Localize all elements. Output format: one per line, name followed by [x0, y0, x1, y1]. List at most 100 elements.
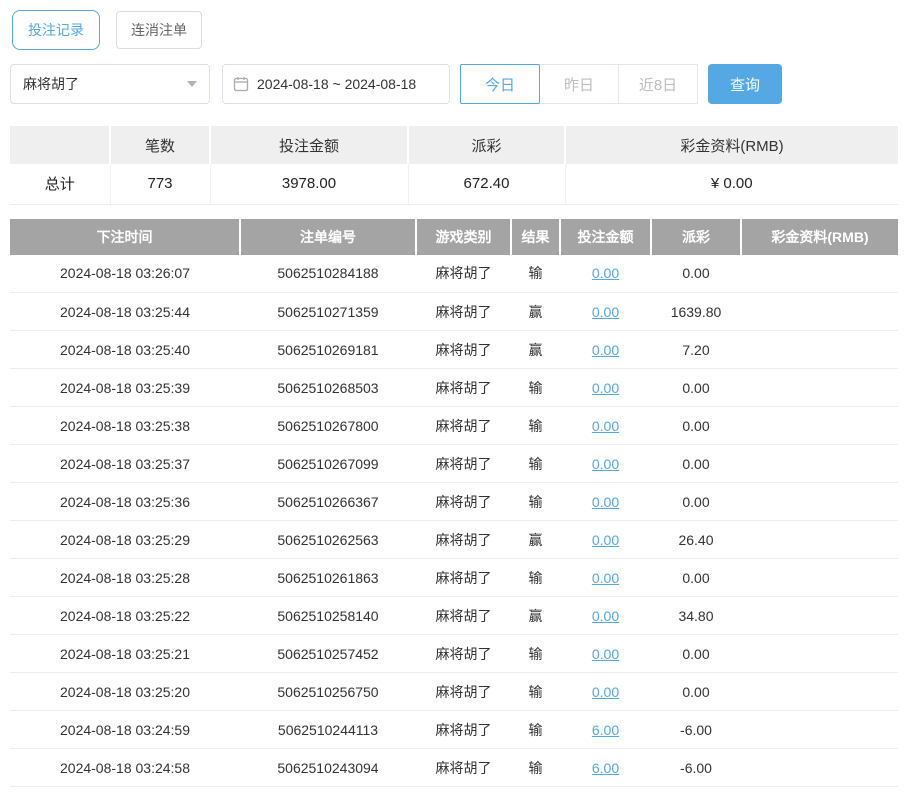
- game-select-value: 麻将胡了: [23, 76, 79, 92]
- chevron-down-icon: [187, 81, 197, 87]
- table-row: 2024-08-18 03:25:36 5062510266367 麻将胡了 输…: [10, 482, 898, 521]
- cell-result: 输: [511, 710, 560, 749]
- bet-amount-link[interactable]: 0.00: [592, 646, 619, 662]
- cell-bet-amount: 0.00: [560, 520, 651, 559]
- cell-payout: 0.00: [651, 368, 741, 407]
- cell-game-type: 麻将胡了: [416, 748, 511, 787]
- cell-bet-amount: 0.00: [560, 292, 651, 331]
- summary-header-payout: 派彩: [408, 126, 566, 164]
- bet-amount-link[interactable]: 0.00: [592, 570, 619, 586]
- cell-bet-amount: 0.00: [560, 672, 651, 711]
- cell-order-id: 5062510243094: [240, 748, 416, 787]
- bet-amount-link[interactable]: 0.00: [592, 456, 619, 472]
- table-row: 2024-08-18 03:25:28 5062510261863 麻将胡了 输…: [10, 558, 898, 597]
- cell-bet-time: 2024-08-18 03:25:22: [10, 596, 240, 635]
- bet-amount-link[interactable]: 6.00: [592, 760, 619, 776]
- summary-total-bet-amount: 3978.00: [210, 164, 409, 205]
- bet-amount-link[interactable]: 0.00: [592, 380, 619, 396]
- cell-payout: -6.00: [651, 748, 741, 787]
- table-row: 2024-08-18 03:25:29 5062510262563 麻将胡了 赢…: [10, 520, 898, 559]
- cell-order-id: 5062510256750: [240, 672, 416, 711]
- bet-amount-link[interactable]: 0.00: [592, 608, 619, 624]
- bet-amount-link[interactable]: 0.00: [592, 418, 619, 434]
- bet-amount-link[interactable]: 6.00: [592, 722, 619, 738]
- table-row: 2024-08-18 03:25:39 5062510268503 麻将胡了 输…: [10, 368, 898, 407]
- cell-game-type: 麻将胡了: [416, 292, 511, 331]
- header-result: 结果: [511, 218, 561, 255]
- cell-bet-time: 2024-08-18 03:25:21: [10, 634, 240, 673]
- summary-total-payout: 672.40: [408, 164, 566, 205]
- cell-bonus: [741, 558, 898, 597]
- quick-today-button[interactable]: 今日: [460, 64, 540, 104]
- cell-bet-time: 2024-08-18 03:24:59: [10, 710, 240, 749]
- cell-game-type: 麻将胡了: [416, 406, 511, 445]
- tab-betting-records[interactable]: 投注记录: [12, 10, 100, 50]
- cell-payout: 0.00: [651, 254, 741, 293]
- table-row: 2024-08-18 03:25:37 5062510267099 麻将胡了 输…: [10, 444, 898, 483]
- table-row: 2024-08-18 03:25:22 5062510258140 麻将胡了 赢…: [10, 596, 898, 635]
- bet-amount-link[interactable]: 0.00: [592, 494, 619, 510]
- cell-order-id: 5062510269181: [240, 330, 416, 369]
- table-row: 2024-08-18 03:24:58 5062510243094 麻将胡了 输…: [10, 748, 898, 787]
- records-header-row: 下注时间 注单编号 游戏类别 结果 投注金额 派彩 彩金资料(RMB): [10, 218, 898, 255]
- summary-header-bet-amount: 投注金额: [210, 126, 409, 164]
- table-row: 2024-08-18 03:25:38 5062510267800 麻将胡了 输…: [10, 406, 898, 445]
- cell-bet-amount: 0.00: [560, 482, 651, 521]
- cell-bonus: [741, 596, 898, 635]
- cell-bet-amount: 0.00: [560, 330, 651, 369]
- cell-bet-time: 2024-08-18 03:25:38: [10, 406, 240, 445]
- quick-yesterday-button[interactable]: 昨日: [539, 64, 619, 104]
- cell-result: 赢: [511, 330, 560, 369]
- cell-bet-time: 2024-08-18 03:26:07: [10, 254, 240, 293]
- bet-amount-link[interactable]: 0.00: [592, 532, 619, 548]
- game-select[interactable]: 麻将胡了: [10, 64, 210, 104]
- cell-game-type: 麻将胡了: [416, 368, 511, 407]
- summary-total-bonus: ¥ 0.00: [565, 164, 898, 205]
- tab-cancelled-orders[interactable]: 连消注单: [116, 11, 202, 49]
- cell-result: 赢: [511, 292, 560, 331]
- bet-amount-link[interactable]: 0.00: [592, 684, 619, 700]
- cell-bet-amount: 0.00: [560, 444, 651, 483]
- cell-order-id: 5062510267800: [240, 406, 416, 445]
- cell-bonus: [741, 710, 898, 749]
- cell-payout: 0.00: [651, 444, 741, 483]
- cell-result: 输: [511, 748, 560, 787]
- calendar-icon: [233, 76, 249, 92]
- cell-payout: 34.80: [651, 596, 741, 635]
- cell-bet-time: 2024-08-18 03:24:58: [10, 748, 240, 787]
- cell-game-type: 麻将胡了: [416, 330, 511, 369]
- bet-amount-link[interactable]: 0.00: [592, 342, 619, 358]
- date-range-picker[interactable]: 2024-08-18 ~ 2024-08-18: [222, 64, 450, 104]
- quick-last8days-button[interactable]: 近8日: [618, 64, 698, 104]
- cell-result: 输: [511, 558, 560, 597]
- cell-bet-time: 2024-08-18 03:25:40: [10, 330, 240, 369]
- header-bet-amount: 投注金额: [560, 218, 652, 255]
- summary-header-bonus: 彩金资料(RMB): [565, 126, 898, 164]
- cell-payout: 0.00: [651, 634, 741, 673]
- cell-bonus: [741, 330, 898, 369]
- table-row: 2024-08-18 03:25:21 5062510257452 麻将胡了 输…: [10, 634, 898, 673]
- cell-result: 输: [511, 482, 560, 521]
- search-button[interactable]: 查询: [708, 64, 782, 104]
- cell-bet-amount: 0.00: [560, 254, 651, 293]
- cell-result: 输: [511, 444, 560, 483]
- cell-order-id: 5062510268503: [240, 368, 416, 407]
- cell-game-type: 麻将胡了: [416, 520, 511, 559]
- cell-result: 输: [511, 634, 560, 673]
- cell-result: 赢: [511, 520, 560, 559]
- bet-amount-link[interactable]: 0.00: [592, 265, 619, 281]
- cell-bet-time: 2024-08-18 03:25:44: [10, 292, 240, 331]
- records-table: 下注时间 注单编号 游戏类别 结果 投注金额 派彩 彩金资料(RMB) 2024…: [10, 218, 898, 787]
- cell-bonus: [741, 292, 898, 331]
- cell-payout: 0.00: [651, 406, 741, 445]
- bet-amount-link[interactable]: 0.00: [592, 304, 619, 320]
- cell-bonus: [741, 444, 898, 483]
- cell-bet-time: 2024-08-18 03:25:39: [10, 368, 240, 407]
- table-row: 2024-08-18 03:26:07 5062510284188 麻将胡了 输…: [10, 254, 898, 293]
- cell-payout: 7.20: [651, 330, 741, 369]
- cell-order-id: 5062510271359: [240, 292, 416, 331]
- cell-bet-amount: 0.00: [560, 634, 651, 673]
- cell-bet-time: 2024-08-18 03:25:28: [10, 558, 240, 597]
- cell-bonus: [741, 368, 898, 407]
- cell-game-type: 麻将胡了: [416, 482, 511, 521]
